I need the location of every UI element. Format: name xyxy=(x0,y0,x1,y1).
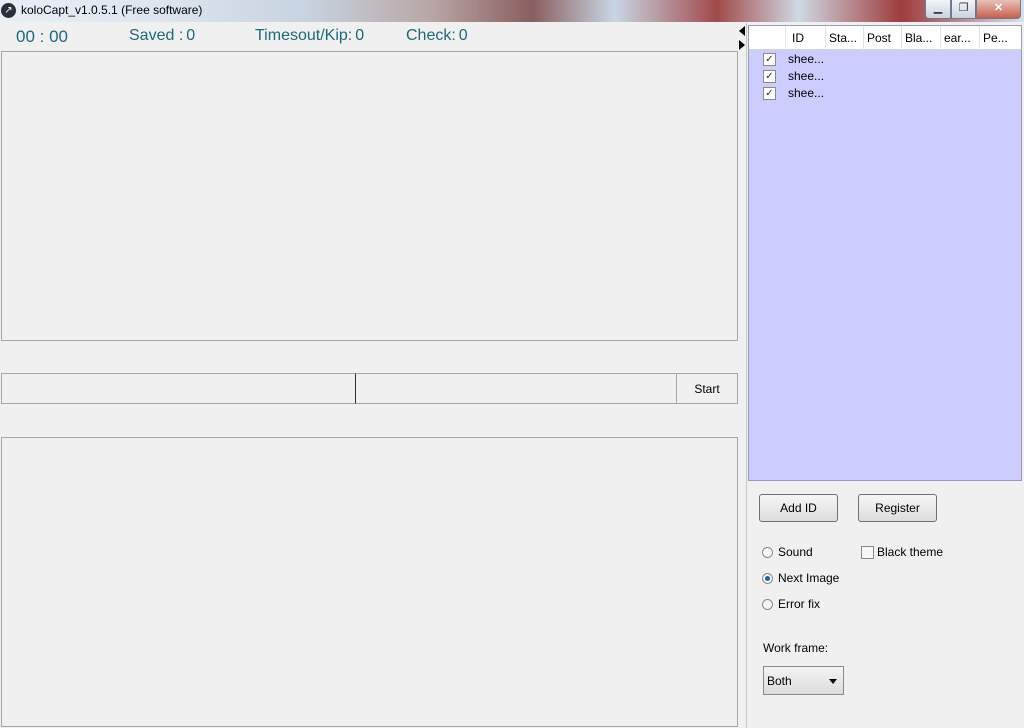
account-list[interactable]: ID Sta... Post Bla... ear... Pe... ✓ she… xyxy=(748,25,1022,481)
next-image-label[interactable]: Next Image xyxy=(778,571,839,585)
add-id-button[interactable]: Add ID xyxy=(759,494,838,522)
work-frame-select[interactable]: Both xyxy=(763,666,844,695)
column-header-ear[interactable]: ear... xyxy=(941,26,980,50)
row-checkbox[interactable]: ✓ xyxy=(763,53,776,66)
next-image-radio[interactable] xyxy=(762,573,773,584)
check-label: Check: xyxy=(406,27,456,44)
list-header: ID Sta... Post Bla... ear... Pe... xyxy=(749,26,1021,50)
timeout-counter: Timesout/Kip: 0 xyxy=(255,27,364,45)
minimize-icon[interactable]: ▁ xyxy=(925,0,951,19)
list-item[interactable]: ✓ shee... xyxy=(749,84,1021,101)
black-theme-label[interactable]: Black theme xyxy=(877,545,943,559)
sound-radio[interactable] xyxy=(762,547,773,558)
column-header-post[interactable]: Post xyxy=(864,26,902,50)
app-icon: ↗ xyxy=(1,3,16,18)
splitter-arrows[interactable] xyxy=(739,26,747,54)
error-fix-label[interactable]: Error fix xyxy=(778,597,820,611)
row-id: shee... xyxy=(788,69,825,83)
start-button[interactable]: Start xyxy=(676,373,738,404)
captcha-input[interactable] xyxy=(1,373,356,404)
collapse-left-icon[interactable] xyxy=(739,26,745,36)
list-item[interactable]: ✓ shee... xyxy=(749,67,1021,84)
work-frame-value: Both xyxy=(767,674,792,688)
secondary-input[interactable] xyxy=(356,373,677,404)
window-controls: ▁ ❐ ✕ xyxy=(925,0,1021,19)
saved-label: Saved : xyxy=(129,27,184,44)
error-fix-radio[interactable] xyxy=(762,599,773,610)
maximize-icon[interactable]: ❐ xyxy=(951,0,976,19)
window-title: koloCapt_v1.0.5.1 (Free software) xyxy=(21,3,203,17)
column-header-check[interactable] xyxy=(749,26,786,50)
expand-right-icon[interactable] xyxy=(739,40,745,50)
work-frame-label: Work frame: xyxy=(763,641,829,655)
register-button[interactable]: Register xyxy=(858,494,937,522)
timeout-value: 0 xyxy=(355,27,365,44)
row-checkbox[interactable]: ✓ xyxy=(763,87,776,100)
column-header-black[interactable]: Bla... xyxy=(902,26,941,50)
sound-label[interactable]: Sound xyxy=(778,545,813,559)
timer-display: 00 : 00 xyxy=(16,27,68,46)
column-header-status[interactable]: Sta... xyxy=(826,26,864,50)
row-checkbox[interactable]: ✓ xyxy=(763,70,776,83)
saved-counter: Saved :0 xyxy=(129,27,195,45)
check-counter: Check: 0 xyxy=(406,27,468,45)
splitter[interactable] xyxy=(746,23,747,728)
row-id: shee... xyxy=(788,86,825,100)
stats-bar: 00 : 00 Saved :0 Timesout/Kip: 0 Check: 0 xyxy=(0,23,738,51)
check-value: 0 xyxy=(458,27,468,44)
black-theme-checkbox[interactable] xyxy=(861,546,874,559)
close-icon[interactable]: ✕ xyxy=(976,0,1021,19)
list-item[interactable]: ✓ shee... xyxy=(749,50,1021,67)
log-area[interactable] xyxy=(1,437,738,727)
app-window: ↗ koloCapt_v1.0.5.1 (Free software) ▁ ❐ … xyxy=(0,0,1024,728)
timeout-label: Timesout/Kip: xyxy=(255,27,353,44)
row-id: shee... xyxy=(788,52,825,66)
saved-value: 0 xyxy=(186,27,196,44)
captcha-work-area[interactable] xyxy=(1,51,738,341)
column-header-pe[interactable]: Pe... xyxy=(980,26,1021,50)
title-bar: ↗ koloCapt_v1.0.5.1 (Free software) ▁ ❐ … xyxy=(0,0,1024,22)
column-header-id[interactable]: ID xyxy=(786,26,826,50)
chevron-down-icon xyxy=(829,679,837,684)
